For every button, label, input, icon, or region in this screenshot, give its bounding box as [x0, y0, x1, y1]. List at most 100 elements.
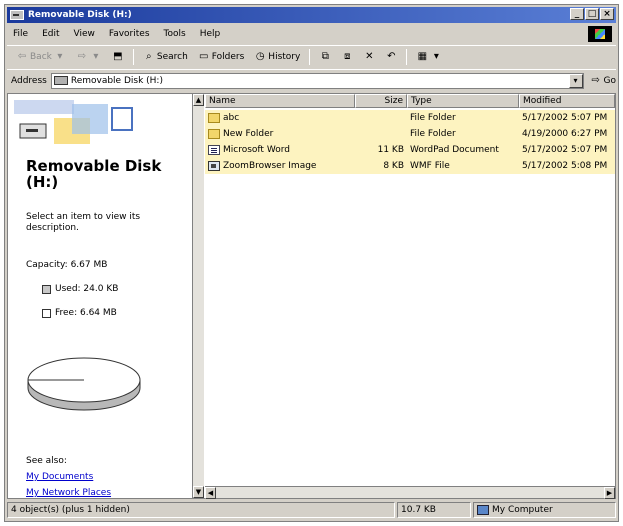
menu-tools[interactable]: Tools [164, 29, 186, 39]
undo-icon: ↶ [387, 50, 396, 62]
file-list-header: Name Size Type Modified [205, 94, 615, 108]
scroll-right-button[interactable]: ▶ [604, 487, 615, 499]
menu-view[interactable]: View [74, 29, 95, 39]
column-header-size[interactable]: Size [355, 94, 407, 108]
address-value: Removable Disk (H:) [70, 75, 163, 86]
search-icon: ⌕ [146, 50, 152, 62]
chevron-down-icon: ▾ [57, 50, 63, 62]
search-button[interactable]: ⌕ Search [140, 51, 191, 63]
menu-edit[interactable]: Edit [42, 29, 59, 39]
file-row[interactable]: ZoomBrowser Image 8 KB WMF File 5/17/200… [205, 158, 615, 174]
standard-toolbar: ⇦ Back ▾ ⇨ ▾ ⬒ ⌕ Search ▭ Folders ◷ Hist… [7, 45, 616, 67]
document-icon [208, 145, 220, 155]
file-name: abc [223, 113, 240, 123]
status-size: 10.7 KB [397, 502, 471, 518]
left-pane-scrollbar[interactable]: ▲ ▼ [192, 94, 204, 498]
status-zone: My Computer [473, 502, 616, 518]
my-network-places-link[interactable]: My Network Places [26, 488, 111, 498]
file-list: abc File Folder 5/17/2002 5:07 PM New Fo… [205, 110, 615, 174]
disk-usage-pie [27, 357, 141, 411]
menu-favorites[interactable]: Favorites [109, 29, 150, 39]
see-also-label: See also: [26, 456, 67, 466]
capacity-text: Capacity: 6.67 MB [26, 260, 108, 270]
file-row[interactable]: Microsoft Word 11 KB WordPad Document 5/… [205, 142, 615, 158]
file-size: 8 KB [383, 161, 404, 171]
folders-button[interactable]: ▭ Folders [195, 51, 248, 63]
drive-icon [10, 10, 24, 20]
file-type: File Folder [410, 113, 456, 123]
address-dropdown-button[interactable]: ▾ [568, 73, 583, 88]
scroll-left-button[interactable]: ◀ [205, 487, 216, 499]
copy-to-button[interactable]: ⧈ [338, 51, 356, 63]
folder-icon [208, 113, 220, 123]
minimize-button[interactable]: _ [570, 8, 584, 20]
forward-button[interactable]: ⇨ ▾ [73, 51, 105, 63]
move-to-icon: ⧉ [321, 50, 329, 62]
history-label: History [268, 51, 301, 62]
history-button[interactable]: ◷ History [251, 51, 303, 63]
column-header-modified[interactable]: Modified [519, 94, 615, 108]
delete-icon: ✕ [365, 50, 374, 62]
scroll-up-button[interactable]: ▲ [193, 94, 204, 106]
chevron-down-icon: ▾ [433, 50, 439, 62]
menu-file[interactable]: File [13, 29, 28, 39]
file-name-cell: Microsoft Word [205, 145, 355, 155]
status-zone-text: My Computer [492, 505, 553, 515]
address-input[interactable]: Removable Disk (H:) ▾ [50, 72, 584, 89]
history-icon: ◷ [255, 50, 265, 62]
column-header-name[interactable]: Name [205, 94, 355, 108]
toolbar-separator [406, 48, 408, 65]
free-space-text: Free: 6.64 MB [55, 308, 117, 318]
search-label: Search [156, 51, 188, 62]
my-documents-link[interactable]: My Documents [26, 472, 93, 482]
used-space-legend: Used: 24.0 KB [42, 284, 118, 294]
column-header-type[interactable]: Type [407, 94, 519, 108]
my-computer-icon [477, 505, 489, 515]
forward-arrow-icon: ⇨ [77, 50, 87, 62]
folders-icon: ▭ [199, 50, 209, 62]
content-area: Removable Disk (H:) Select an item to vi… [7, 93, 616, 499]
free-space-legend: Free: 6.64 MB [42, 308, 117, 318]
windows-logo-icon [588, 26, 612, 42]
file-size: 11 KB [377, 145, 404, 155]
file-type: WMF File [410, 161, 450, 171]
maximize-button[interactable]: □ [585, 8, 599, 20]
file-list-pane: Name Size Type Modified abc File Folder … [205, 94, 615, 499]
title-bar[interactable]: Removable Disk (H:) _ □ × [7, 7, 616, 23]
file-name: New Folder [223, 129, 274, 139]
move-to-button[interactable]: ⧉ [316, 51, 334, 63]
up-folder-icon: ⬒ [113, 50, 123, 62]
go-arrow-icon: ⇨ [591, 74, 600, 86]
menu-help[interactable]: Help [200, 29, 221, 39]
chevron-down-icon: ▾ [93, 50, 99, 62]
item-description: Select an item to view its description. [26, 212, 141, 233]
views-button[interactable]: ▦ ▾ [413, 51, 445, 63]
close-button[interactable]: × [600, 8, 614, 20]
file-list-horizontal-scrollbar[interactable]: ◀ ▶ [205, 486, 615, 499]
status-object-count: 4 object(s) (plus 1 hidden) [7, 502, 395, 518]
file-modified: 5/17/2002 5:07 PM [522, 113, 608, 123]
file-name: ZoomBrowser Image [223, 161, 317, 171]
delete-button[interactable]: ✕ [360, 51, 378, 63]
back-arrow-icon: ⇦ [17, 50, 27, 62]
file-name-cell: ZoomBrowser Image [205, 161, 355, 171]
window-title: Removable Disk (H:) [28, 10, 132, 20]
scroll-down-button[interactable]: ▼ [193, 486, 204, 498]
up-button[interactable]: ⬒ [109, 51, 127, 63]
back-button[interactable]: ⇦ Back ▾ [13, 51, 69, 63]
undo-button[interactable]: ↶ [382, 51, 400, 63]
go-button[interactable]: ⇨ Go [590, 75, 616, 87]
file-modified: 5/17/2002 5:07 PM [522, 145, 608, 155]
file-type: WordPad Document [410, 145, 499, 155]
folders-label: Folders [211, 51, 245, 62]
file-row[interactable]: New Folder File Folder 4/19/2000 6:27 PM [205, 126, 615, 142]
used-space-text: Used: 24.0 KB [55, 284, 119, 294]
explorer-window: Removable Disk (H:) _ □ × File Edit View… [4, 4, 619, 522]
back-label: Back [30, 51, 52, 62]
address-bar: Address Removable Disk (H:) ▾ ⇨ Go [7, 69, 616, 91]
file-row[interactable]: abc File Folder 5/17/2002 5:07 PM [205, 110, 615, 126]
window-controls: _ □ × [570, 8, 614, 20]
used-swatch-icon [42, 284, 51, 294]
web-view-pane: Removable Disk (H:) Select an item to vi… [8, 94, 192, 498]
address-label: Address [11, 75, 47, 86]
